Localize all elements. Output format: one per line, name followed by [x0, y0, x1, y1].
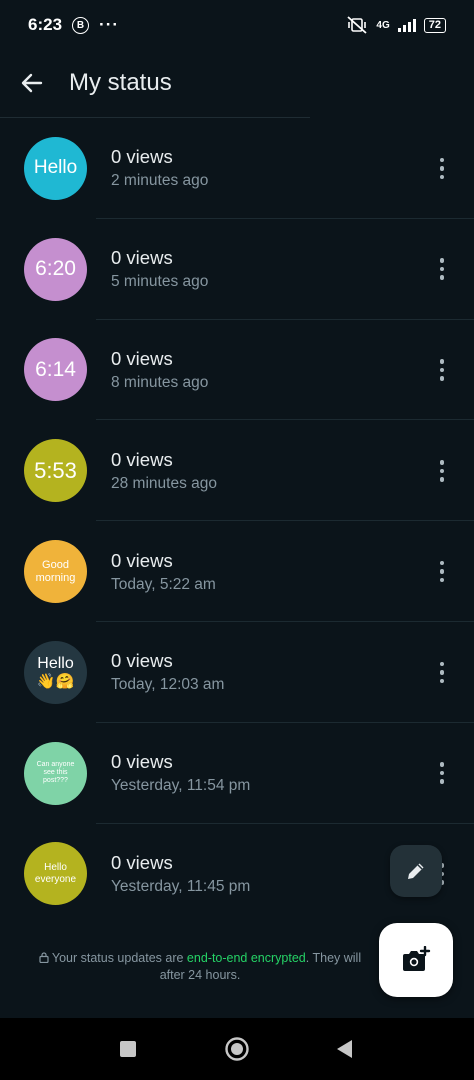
- more-options-icon[interactable]: [430, 552, 454, 592]
- system-status-bar: 6:23 B ··· 4G 72: [0, 0, 474, 50]
- thumbnail-text: Can anyone see this post???: [36, 761, 75, 785]
- status-meta: 0 views Yesterday, 11:54 pm: [111, 751, 250, 795]
- camera-plus-icon: [403, 946, 431, 971]
- status-thumbnail[interactable]: Hello everyone: [24, 842, 87, 906]
- more-options-icon[interactable]: [430, 350, 454, 390]
- status-bar-right: 4G 72: [346, 16, 446, 34]
- note-text-suffix: . They will: [305, 951, 362, 965]
- status-meta: 0 views 28 minutes ago: [111, 449, 217, 493]
- more-notifications-icon: ···: [99, 15, 120, 34]
- signal-icon: [397, 18, 416, 32]
- status-meta: 0 views 5 minutes ago: [111, 247, 208, 291]
- view-count: 0 views: [111, 146, 173, 168]
- status-thumbnail[interactable]: Hello 👋🤗: [24, 640, 87, 704]
- thumbnail-text: Good morning: [35, 558, 76, 584]
- view-count: 0 views: [111, 851, 173, 873]
- text-status-button[interactable]: [390, 845, 442, 897]
- status-thumbnail[interactable]: 6:20: [24, 237, 87, 301]
- thumbnail-text: 6:14: [35, 357, 76, 381]
- circle-home-icon: [225, 1037, 249, 1061]
- b-circle-icon: B: [72, 16, 90, 34]
- status-time: 2 minutes ago: [111, 172, 209, 190]
- status-meta: 0 views Today, 5:22 am: [111, 550, 216, 594]
- thumbnail-text: 5:53: [34, 458, 77, 484]
- status-time: 5 minutes ago: [111, 273, 209, 291]
- more-options-icon[interactable]: [430, 148, 454, 188]
- note-text-line2: after 24 hours.: [159, 968, 241, 982]
- status-meta: 0 views 8 minutes ago: [111, 348, 208, 392]
- status-row[interactable]: 6:20 0 views 5 minutes ago: [0, 219, 474, 320]
- camera-status-button[interactable]: [379, 923, 453, 997]
- thumbnail-emoji: 👋🤗: [36, 672, 75, 690]
- square-icon: [120, 1041, 136, 1057]
- page-title: My status: [69, 69, 172, 96]
- status-bar-left: 6:23 B ···: [28, 15, 119, 35]
- more-options-icon[interactable]: [430, 652, 454, 692]
- view-count: 0 views: [111, 247, 173, 269]
- more-options-icon[interactable]: [430, 249, 454, 289]
- clock: 6:23: [28, 15, 63, 34]
- app-bar: My status: [0, 50, 474, 116]
- status-row[interactable]: Hello 👋🤗 0 views Today, 12:03 am: [0, 622, 474, 723]
- view-count: 0 views: [111, 751, 173, 773]
- status-row[interactable]: 6:14 0 views 8 minutes ago: [0, 320, 474, 421]
- status-row[interactable]: Can anyone see this post??? 0 views Yest…: [0, 723, 474, 824]
- view-count: 0 views: [111, 650, 173, 672]
- view-count: 0 views: [111, 448, 173, 470]
- thumbnail-text: Hello: [37, 654, 74, 672]
- status-time: 8 minutes ago: [111, 373, 209, 391]
- back-nav-button[interactable]: [314, 1018, 374, 1080]
- status-meta: 0 views 2 minutes ago: [111, 146, 208, 190]
- status-row[interactable]: 5:53 0 views 28 minutes ago: [0, 420, 474, 522]
- back-button[interactable]: [0, 51, 64, 115]
- more-options-icon[interactable]: [430, 753, 454, 793]
- pencil-icon: [408, 863, 424, 879]
- status-time: Yesterday, 11:45 pm: [111, 877, 251, 895]
- status-meta: 0 views Today, 12:03 am: [111, 650, 224, 694]
- thumbnail-text: Hello: [33, 157, 78, 179]
- status-time: Today, 12:03 am: [111, 676, 225, 694]
- status-row[interactable]: Good morning 0 views Today, 5:22 am: [0, 521, 474, 622]
- status-list: Hello 0 views 2 minutes ago 6:20 0 views…: [0, 118, 474, 924]
- status-thumbnail[interactable]: Hello: [24, 136, 87, 200]
- more-options-icon[interactable]: [430, 451, 454, 491]
- status-meta: 0 views Yesterday, 11:45 pm: [111, 852, 250, 896]
- encryption-note: Your status updates are end-to-end encry…: [20, 950, 380, 984]
- system-navigation-bar: [0, 1018, 474, 1080]
- thumbnail-text: 6:20: [35, 257, 76, 281]
- vibrate-off-icon: [347, 16, 368, 34]
- lock-icon: [39, 952, 49, 963]
- home-button[interactable]: [207, 1018, 267, 1080]
- status-time: 28 minutes ago: [111, 474, 217, 492]
- note-text: Your status updates are: [51, 951, 187, 965]
- thumbnail-text: Hello everyone: [34, 862, 77, 885]
- status-thumbnail[interactable]: 5:53: [24, 439, 87, 503]
- arrow-back-icon: [21, 73, 43, 93]
- triangle-back-icon: [337, 1040, 352, 1058]
- encryption-link[interactable]: end-to-end encrypted: [187, 951, 306, 965]
- status-time: Today, 5:22 am: [111, 575, 216, 593]
- status-thumbnail[interactable]: Can anyone see this post???: [24, 741, 87, 805]
- recents-button[interactable]: [98, 1018, 158, 1080]
- network-type: 4G: [376, 19, 390, 31]
- battery-icon: 72: [423, 17, 446, 33]
- status-time: Yesterday, 11:54 pm: [111, 777, 251, 795]
- view-count: 0 views: [111, 549, 173, 571]
- status-thumbnail[interactable]: 6:14: [24, 338, 87, 402]
- status-row[interactable]: Hello 0 views 2 minutes ago: [0, 118, 474, 219]
- view-count: 0 views: [111, 347, 173, 369]
- status-thumbnail[interactable]: Good morning: [24, 540, 87, 604]
